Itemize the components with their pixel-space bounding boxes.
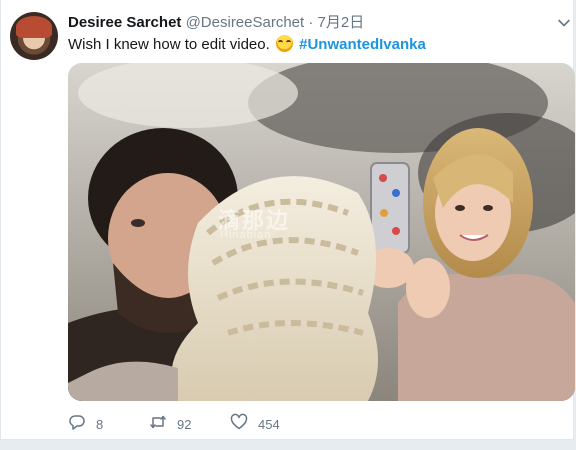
reply-button[interactable]: 8 bbox=[68, 414, 103, 434]
avatar-hair bbox=[16, 16, 52, 38]
like-button[interactable]: 454 bbox=[230, 413, 280, 436]
reply-icon bbox=[68, 413, 86, 436]
retweet-count: 92 bbox=[177, 416, 192, 432]
watermark-subtext: Hinabian bbox=[220, 229, 272, 241]
retweet-icon bbox=[149, 413, 167, 436]
tweet-actions: 8 92 454 bbox=[68, 413, 488, 436]
tweet-text: Wish I knew how to edit video. #Unwanted… bbox=[68, 35, 426, 54]
like-count: 454 bbox=[258, 416, 280, 432]
separator-dot: · bbox=[308, 14, 314, 31]
chevron-down-icon[interactable] bbox=[557, 16, 571, 30]
hashtag-link[interactable]: #UnwantedIvanka bbox=[299, 36, 426, 53]
user-handle[interactable]: @DesireeSarchet bbox=[186, 14, 305, 31]
retweet-button[interactable]: 92 bbox=[149, 414, 191, 434]
tweet-body: Wish I knew how to edit video. bbox=[68, 36, 270, 53]
tweet-header: Desiree Sarchet @DesireeSarchet · 7月2日 bbox=[68, 14, 364, 32]
tweet-media-image[interactable]: 滴那边 Hinabian bbox=[68, 63, 575, 401]
heart-icon bbox=[230, 413, 248, 436]
tweet-card[interactable]: Desiree Sarchet @DesireeSarchet · 7月2日 W… bbox=[0, 0, 575, 440]
tweet-date[interactable]: 7月2日 bbox=[318, 14, 365, 31]
reply-count: 8 bbox=[96, 416, 104, 432]
display-name[interactable]: Desiree Sarchet bbox=[68, 14, 181, 31]
laughing-emoji-icon bbox=[275, 35, 293, 52]
avatar[interactable] bbox=[10, 12, 58, 60]
photo-illustration bbox=[68, 63, 575, 401]
